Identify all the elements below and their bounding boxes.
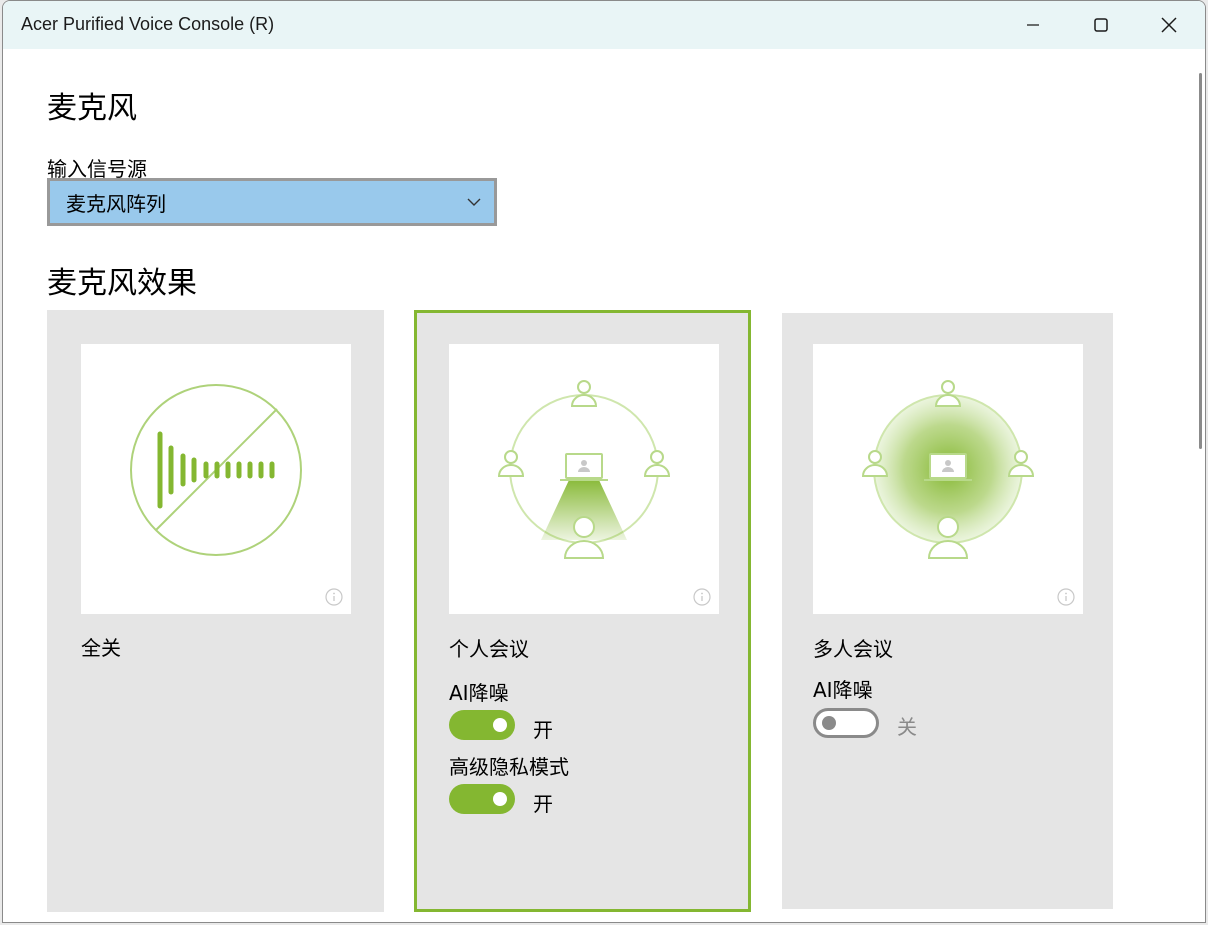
ai-noise-reduction-label: AI降噪 bbox=[813, 678, 873, 702]
privacy-mode-state: 开 bbox=[533, 792, 553, 816]
all-off-illustration bbox=[81, 344, 351, 614]
info-icon[interactable] bbox=[1057, 588, 1075, 606]
multi-meeting-illustration bbox=[813, 344, 1083, 614]
chevron-down-icon bbox=[467, 198, 481, 206]
personal-meeting-icon bbox=[497, 380, 671, 559]
minimize-button[interactable] bbox=[999, 1, 1067, 49]
input-source-dropdown[interactable]: 麦克风阵列 bbox=[47, 178, 497, 226]
close-button[interactable] bbox=[1135, 1, 1203, 49]
maximize-button[interactable] bbox=[1067, 1, 1135, 49]
personal-meeting-illustration bbox=[449, 344, 719, 614]
info-icon[interactable] bbox=[325, 588, 343, 606]
toggle-knob bbox=[493, 792, 507, 806]
ai-noise-reduction-state: 开 bbox=[533, 718, 553, 742]
toggle-knob bbox=[493, 718, 507, 732]
vertical-scrollbar[interactable] bbox=[1199, 73, 1202, 449]
minimize-icon bbox=[1027, 24, 1039, 26]
effect-card-all-off[interactable]: 全关 bbox=[47, 310, 384, 912]
multi-meeting-icon bbox=[861, 380, 1035, 559]
privacy-mode-label: 高级隐私模式 bbox=[449, 755, 569, 779]
card-title: 个人会议 bbox=[449, 637, 529, 661]
maximize-icon bbox=[1094, 18, 1108, 32]
privacy-mode-toggle[interactable] bbox=[449, 784, 515, 814]
ai-noise-reduction-toggle[interactable] bbox=[449, 710, 515, 740]
muted-soundwave-icon bbox=[130, 384, 302, 556]
app-window: Acer Purified Voice Console (R) 麦克风 输入信号… bbox=[2, 0, 1206, 923]
effect-card-multi-meeting[interactable]: 多人会议 AI降噪 关 bbox=[782, 313, 1113, 909]
ai-noise-reduction-label: AI降噪 bbox=[449, 681, 509, 705]
ai-noise-reduction-state: 关 bbox=[897, 715, 917, 739]
close-icon bbox=[1161, 17, 1177, 33]
microphone-heading: 麦克风 bbox=[47, 91, 137, 126]
title-bar[interactable]: Acer Purified Voice Console (R) bbox=[3, 1, 1205, 49]
toggle-knob bbox=[822, 716, 836, 730]
card-title: 多人会议 bbox=[813, 637, 893, 661]
ai-noise-reduction-toggle[interactable] bbox=[813, 708, 879, 738]
card-title: 全关 bbox=[81, 636, 121, 660]
effect-card-personal-meeting[interactable]: 个人会议 AI降噪 开 高级隐私模式 开 bbox=[414, 310, 751, 912]
info-icon[interactable] bbox=[693, 588, 711, 606]
input-source-value: 麦克风阵列 bbox=[66, 191, 166, 216]
effects-heading: 麦克风效果 bbox=[47, 266, 197, 301]
window-title: Acer Purified Voice Console (R) bbox=[21, 14, 275, 34]
